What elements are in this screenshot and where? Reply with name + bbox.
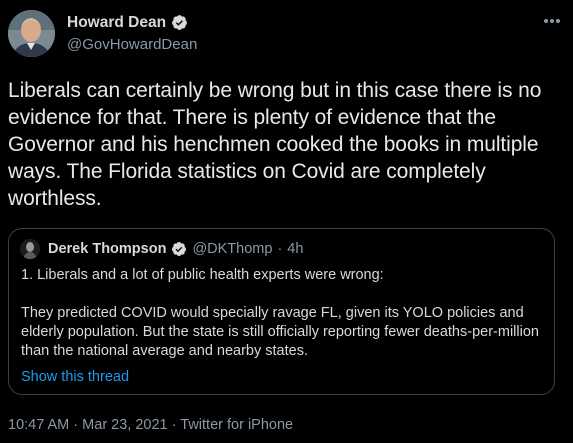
more-options-button[interactable] bbox=[541, 10, 563, 32]
quoted-author-handle: @DKThomp bbox=[192, 241, 273, 257]
tweet-header: Howard Dean @GovHowardDean bbox=[67, 12, 197, 54]
tweet-text: Liberals can certainly be wrong but in t… bbox=[8, 79, 542, 210]
separator-dot: · bbox=[73, 417, 79, 433]
quoted-paragraph-2: They predicted COVID would specially rav… bbox=[21, 305, 539, 359]
more-icon bbox=[544, 19, 560, 23]
tweet-time[interactable]: 10:47 AM bbox=[8, 417, 69, 433]
name-row: Howard Dean bbox=[67, 12, 197, 33]
tweet-metadata: 10:47 AM · Mar 23, 2021 · Twitter for iP… bbox=[8, 417, 293, 433]
separator-dot: · bbox=[171, 417, 177, 433]
quoted-tweet-header: Derek Thompson @DKThomp · 4h bbox=[20, 239, 303, 259]
quoted-paragraph-1: 1. Liberals and a lot of public health e… bbox=[21, 267, 384, 283]
tweet-source: Twitter for iPhone bbox=[180, 417, 294, 433]
quoted-tweet-body: 1. Liberals and a lot of public health e… bbox=[21, 266, 546, 361]
quoted-author-name: Derek Thompson bbox=[48, 241, 167, 257]
author-avatar[interactable] bbox=[8, 10, 55, 57]
quoted-author-avatar bbox=[20, 239, 40, 259]
quoted-tweet-card[interactable]: Derek Thompson @DKThomp · 4h 1. Liberals… bbox=[8, 228, 555, 395]
tweet: Howard Dean @GovHowardDean Liberals can … bbox=[0, 0, 573, 443]
verified-badge-icon bbox=[171, 241, 187, 257]
quoted-tweet-time: 4h bbox=[287, 241, 304, 257]
separator-dot: · bbox=[277, 241, 283, 257]
show-thread-link[interactable]: Show this thread bbox=[21, 369, 129, 385]
tweet-date[interactable]: Mar 23, 2021 bbox=[82, 417, 167, 433]
author-handle[interactable]: @GovHowardDean bbox=[67, 36, 197, 53]
verified-badge-icon bbox=[171, 14, 188, 31]
author-name[interactable]: Howard Dean bbox=[67, 14, 166, 32]
